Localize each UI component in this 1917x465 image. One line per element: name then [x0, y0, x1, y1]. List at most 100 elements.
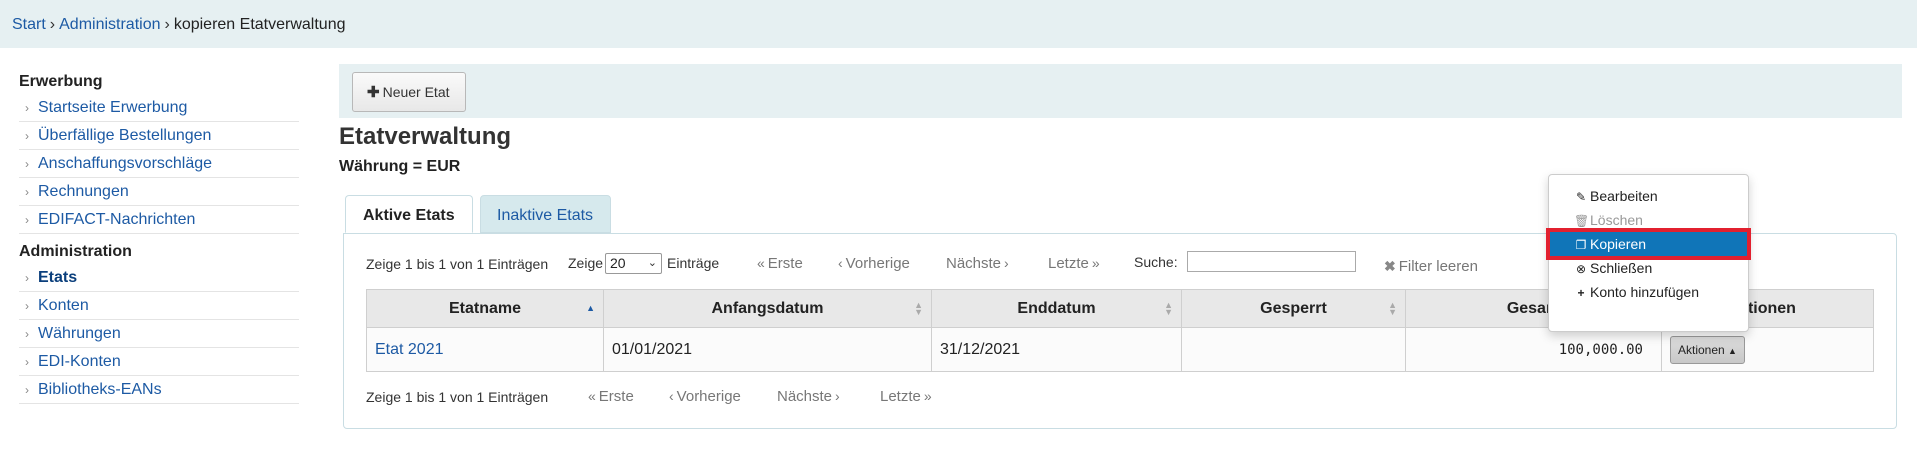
- menu-item-edit[interactable]: ✎ Bearbeiten: [1550, 184, 1747, 208]
- sidebar-list-administration: › Etats › Konten › Währungen › EDI-Konten › B…: [19, 264, 299, 404]
- menu-item-add-fund[interactable]: + Konto hinzufügen: [1550, 280, 1747, 304]
- column-header-locked[interactable]: Gesperrt ▲ ▼: [1181, 289, 1406, 328]
- double-chevron-left-icon: «: [588, 388, 596, 404]
- chevron-right-icon: ›: [25, 157, 29, 171]
- pager-first-top[interactable]: «Erste: [754, 255, 803, 272]
- column-header-name[interactable]: Etatname ▲: [366, 289, 604, 328]
- sidebar-link[interactable]: Währungen: [38, 325, 121, 342]
- sidebar-link[interactable]: Überfällige Bestellungen: [38, 127, 211, 144]
- pager-next-top[interactable]: Nächste ›: [946, 255, 1012, 272]
- breadcrumb-start-link[interactable]: Start: [12, 16, 46, 33]
- tab-active-budgets[interactable]: Aktive Etats: [345, 195, 473, 233]
- chevron-down-icon: ⌄: [647, 257, 657, 269]
- sort-icon: ▲ ▼: [1388, 300, 1397, 317]
- cell-total: 100,000.00: [1405, 327, 1662, 372]
- column-header-start-date[interactable]: Anfangsdatum ▲ ▼: [603, 289, 932, 328]
- pager-first-label: Erste: [767, 255, 803, 272]
- menu-item-label: Kopieren: [1590, 236, 1647, 252]
- pager-last-top[interactable]: Letzte»: [1048, 255, 1103, 272]
- pager-first-bottom[interactable]: «Erste: [585, 388, 634, 405]
- sidebar-item-budgets: › Etats: [19, 264, 299, 292]
- breadcrumb-current: kopieren Etatverwaltung: [173, 16, 346, 33]
- chevron-right-icon: ›: [25, 271, 29, 285]
- column-label: Enddatum: [1017, 299, 1096, 317]
- menu-item-label: Schließen: [1590, 260, 1653, 276]
- sidebar-link[interactable]: Rechnungen: [38, 183, 129, 200]
- chevron-left-icon: ‹: [838, 255, 843, 271]
- sidebar-link[interactable]: Bibliotheks-EANs: [38, 381, 162, 398]
- sidebar-link[interactable]: Konten: [38, 297, 89, 314]
- pager-next-label: Nächste: [946, 255, 1002, 272]
- page-length-value: 20: [610, 255, 626, 271]
- trash-icon: 🗑: [1574, 214, 1590, 228]
- column-label: Anfangsdatum: [711, 299, 824, 317]
- currency-label: Währung = EUR: [339, 158, 461, 175]
- sidebar-item-edifact: › EDIFACT-Nachrichten: [19, 206, 299, 234]
- sidebar-nav: Erwerbung › Startseite Erwerbung › Überfäl…: [19, 70, 299, 410]
- sidebar-list-acquisitions: › Startseite Erwerbung › Überfällige Beste…: [19, 94, 299, 234]
- actions-label: Aktionen: [1678, 342, 1725, 357]
- page-title: Etatverwaltung: [339, 123, 512, 150]
- chevron-right-icon: ›: [25, 327, 29, 341]
- clear-filter-label: Filter leeren: [1398, 258, 1478, 275]
- times-circle-icon: ⊗: [1575, 262, 1587, 276]
- chevron-right-icon: ›: [835, 388, 840, 404]
- pager-previous-label: Vorherige: [845, 255, 910, 272]
- page-length-select[interactable]: 20 ⌄: [605, 253, 662, 274]
- pager-previous-bottom[interactable]: ‹ Vorherige: [666, 388, 741, 405]
- chevron-right-icon: ›: [25, 101, 29, 115]
- pager-next-label: Nächste: [777, 388, 833, 405]
- cell-end-date: 31/12/2021: [931, 327, 1182, 372]
- breadcrumb-separator: ›: [49, 16, 56, 33]
- table-info-bottom: Zeige 1 bis 1 von 1 Einträgen: [366, 389, 549, 405]
- pager-first-label: Erste: [598, 388, 634, 405]
- breadcrumb: Start › Administration › kopieren Etatverwal…: [0, 0, 1917, 48]
- new-budget-label: Neuer Etat: [382, 84, 450, 100]
- sort-icon: ▲ ▼: [1164, 300, 1173, 317]
- column-header-end-date[interactable]: Enddatum ▲ ▼: [931, 289, 1182, 328]
- search-input[interactable]: [1187, 251, 1356, 272]
- double-chevron-right-icon: »: [1091, 255, 1100, 271]
- column-label: Gesperrt: [1260, 299, 1327, 317]
- chevron-left-icon: ‹: [669, 388, 674, 404]
- sidebar-item-acquisitions-home: › Startseite Erwerbung: [19, 94, 299, 122]
- tab-inactive-budgets[interactable]: Inaktive Etats: [480, 195, 611, 233]
- breadcrumb-administration-link[interactable]: Administration: [59, 16, 160, 33]
- budget-name-link[interactable]: Etat 2021: [375, 341, 444, 358]
- chevron-right-icon: ›: [25, 383, 29, 397]
- sort-ascending-icon: ▲: [586, 303, 595, 313]
- chevron-right-icon: ›: [1004, 255, 1009, 271]
- breadcrumb-separator: ›: [164, 16, 170, 33]
- pencil-icon: ✎: [1575, 190, 1587, 204]
- sidebar-link[interactable]: Startseite Erwerbung: [38, 99, 187, 116]
- pager-previous-label: Vorherige: [676, 388, 741, 405]
- sidebar-heading-administration: Administration: [19, 243, 132, 260]
- sidebar-link[interactable]: EDIFACT-Nachrichten: [38, 211, 195, 228]
- pager-next-bottom[interactable]: Nächste ›: [777, 388, 843, 405]
- sidebar-link[interactable]: EDI-Konten: [38, 353, 121, 370]
- sidebar-heading-acquisitions: Erwerbung: [19, 73, 103, 90]
- menu-item-close[interactable]: ⊗ Schließen: [1550, 256, 1747, 280]
- chevron-right-icon: ›: [25, 299, 29, 313]
- pager-previous-top[interactable]: ‹ Vorherige: [835, 255, 910, 272]
- chevron-right-icon: ›: [25, 129, 29, 143]
- menu-item-label: Löschen: [1590, 212, 1643, 228]
- pager-last-bottom[interactable]: Letzte»: [880, 388, 935, 405]
- table-row: Etat 2021 01/01/2021 31/12/2021 100,000.…: [366, 327, 1874, 372]
- pager-last-label: Letzte: [1048, 255, 1089, 272]
- new-budget-button[interactable]: ✚ Neuer Etat: [352, 72, 466, 112]
- cell-name: Etat 2021: [366, 327, 604, 372]
- menu-item-copy[interactable]: ❐ Kopieren: [1546, 228, 1751, 260]
- sidebar-link-active[interactable]: Etats: [38, 269, 77, 286]
- table-info-top: Zeige 1 bis 1 von 1 Einträgen: [366, 256, 549, 272]
- actions-dropdown-menu: ✎ Bearbeiten 🗑Löschen ❐ Kopieren ⊗ Schließe…: [1546, 174, 1751, 332]
- menu-item-delete[interactable]: 🗑Löschen: [1550, 208, 1747, 232]
- sidebar-link[interactable]: Anschaffungsvorschläge: [38, 155, 212, 172]
- sidebar-item-library-eans: › Bibliotheks-EANs: [19, 376, 299, 404]
- sidebar-item-suggestions: › Anschaffungsvorschläge: [19, 150, 299, 178]
- pager-last-label: Letzte: [880, 388, 921, 405]
- menu-item-label: Bearbeiten: [1590, 188, 1658, 204]
- clear-filter-button[interactable]: ✖ Filter leeren: [1381, 258, 1478, 275]
- actions-button[interactable]: Aktionen ▲: [1670, 335, 1745, 364]
- chevron-right-icon: ›: [25, 185, 29, 199]
